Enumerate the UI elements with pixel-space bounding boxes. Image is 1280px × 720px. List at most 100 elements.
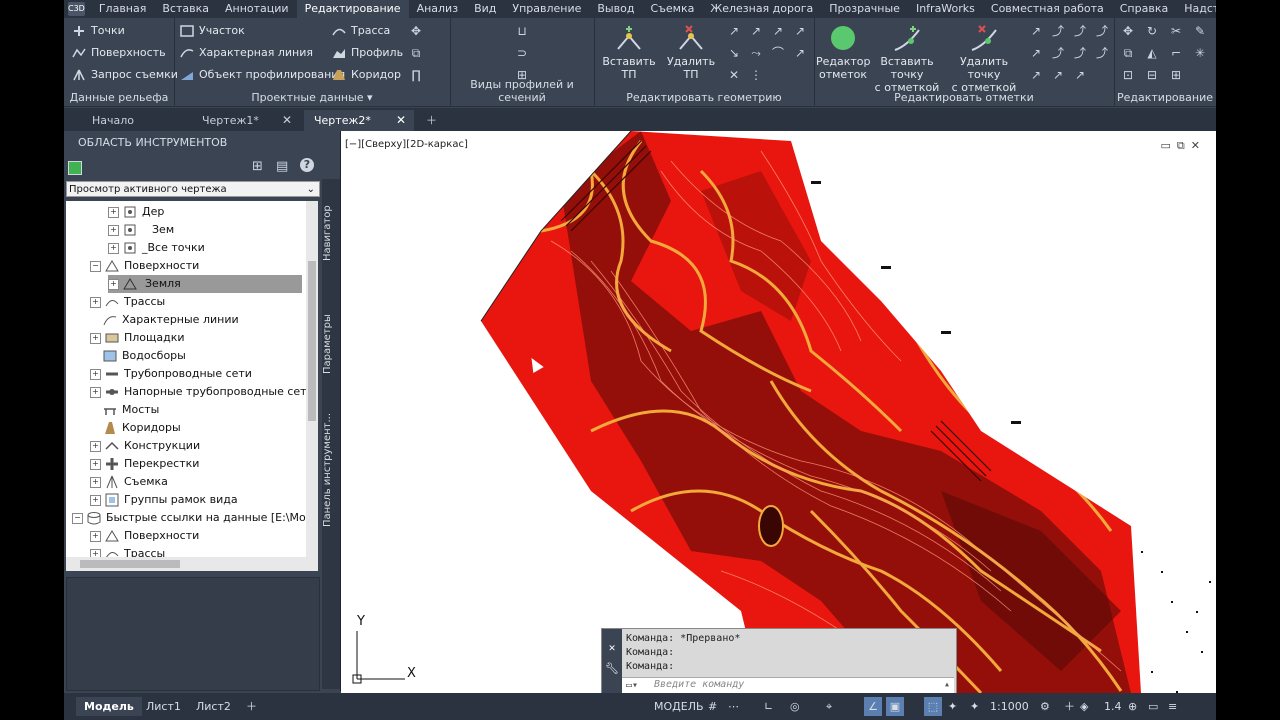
expand-icon[interactable]: + <box>90 476 101 488</box>
layout-tab-sheet2[interactable]: Лист2 <box>188 697 239 716</box>
annotation-monitor-icon[interactable]: ＋ <box>1064 697 1075 716</box>
expand-icon[interactable]: + <box>108 242 119 254</box>
tree-item-view-frame-groups[interactable]: + Группы рамок вида <box>90 491 238 509</box>
tab-output[interactable]: Вывод <box>589 0 642 18</box>
geometry-tool-icon-1[interactable]: ↗ <box>726 24 742 38</box>
close-icon[interactable]: ✕ <box>396 110 406 131</box>
lineweight-icon[interactable]: ∠ <box>864 697 882 716</box>
toolspace-icon-1[interactable]: ⊞ <box>252 159 263 174</box>
profile-button[interactable]: Профиль <box>332 46 403 59</box>
prospector-icon[interactable] <box>68 161 82 175</box>
tree-item-corridors[interactable]: Коридоры <box>103 419 181 437</box>
close-icon[interactable]: ✕ <box>282 110 292 131</box>
tree-item-data-shortcuts[interactable]: − Быстрые ссылки на данные [E:\Мои д... <box>72 509 318 527</box>
side-tab-settings[interactable]: Параметры <box>322 289 340 399</box>
profile-view-icon[interactable]: ⊔ <box>514 24 530 38</box>
points-button[interactable]: Точки <box>72 24 125 37</box>
design-extra-icon-2[interactable]: ⧉ <box>408 46 424 60</box>
tab-insert[interactable]: Вставка <box>154 0 217 18</box>
command-input[interactable]: ▭▾ Введите команду ▴ <box>622 677 954 694</box>
clean-screen-icon[interactable]: ▭ <box>1148 697 1158 716</box>
geometry-tool-icon-3[interactable]: ↗ <box>770 24 786 38</box>
design-extra-icon-3[interactable]: ∏ <box>408 68 424 82</box>
scrollbar-thumb[interactable] <box>80 560 180 568</box>
survey-query-button[interactable]: Запрос съемки <box>72 68 178 81</box>
tree-item-all-points[interactable]: + _Все точки <box>108 239 205 257</box>
scrollbar-thumb[interactable] <box>308 261 316 421</box>
annotation-scale-select[interactable]: 1:1000 <box>990 697 1029 716</box>
geometry-tool-icon-5[interactable]: ↘ <box>726 46 742 60</box>
grading-object-button[interactable]: Объект профилирования <box>180 68 345 81</box>
wrench-icon[interactable]: 🔧︎ <box>602 662 622 675</box>
insert-pi-button[interactable]: Вставить ТП <box>596 24 662 81</box>
layout-tab-sheet1[interactable]: Лист1 <box>138 697 189 716</box>
insert-elevation-point-button[interactable]: Вставить точку с отметкой <box>870 24 944 94</box>
geometry-tool-icon-9[interactable]: ✕ <box>726 68 742 82</box>
elevation-tool-icon-4[interactable]: ⤴ <box>1094 24 1110 38</box>
tab-addins[interactable]: Надстройки <box>1176 0 1216 18</box>
tab-manage[interactable]: Управление <box>504 0 589 18</box>
polar-icon[interactable]: ◎ <box>790 697 800 716</box>
expand-icon[interactable]: + <box>108 278 119 290</box>
fillet-icon[interactable]: ⌐ <box>1168 46 1184 60</box>
tree-item-sites[interactable]: + Площадки <box>90 329 185 347</box>
array-icon[interactable]: ⊞ <box>1168 68 1184 82</box>
expand-icon[interactable]: + <box>90 332 101 344</box>
explode-icon[interactable]: ✳ <box>1192 46 1208 60</box>
selection-cycling-icon[interactable]: ⬚ <box>924 697 942 716</box>
geometry-tool-icon-6[interactable]: ⤳ <box>748 46 764 60</box>
elevation-tool-icon-6[interactable]: ⤴ <box>1050 46 1066 60</box>
delete-pi-button[interactable]: Удалить ТП <box>658 24 724 81</box>
annotation-visibility-icon[interactable]: ✦ <box>948 697 957 716</box>
drawing-viewport[interactable]: Y X [−][Сверху][2D-каркас] ▭⧉✕ <box>341 131 1216 693</box>
geometry-tool-icon-2[interactable]: ↗ <box>748 24 764 38</box>
status-value[interactable]: 1.4 <box>1104 697 1122 716</box>
elevation-tool-icon-2[interactable]: ⤴ <box>1050 24 1066 38</box>
elevation-tool-icon-3[interactable]: ⤴ <box>1072 24 1088 38</box>
tree-item-assemblies[interactable]: + Конструкции <box>90 437 200 455</box>
transparency-icon[interactable]: ▣ <box>886 697 904 716</box>
command-line-window[interactable]: ✕ 🔧︎ Команда: *Прервано* Команда: Команд… <box>601 628 957 696</box>
tree-item-intersections[interactable]: + Перекрестки <box>90 455 199 473</box>
parcel-button[interactable]: Участок <box>180 24 245 37</box>
tab-transparent[interactable]: Прозрачные <box>821 0 908 18</box>
tab-annotate[interactable]: Аннотации <box>217 0 297 18</box>
tree-item-alignments[interactable]: + Трассы <box>90 293 165 311</box>
doc-tab-drawing2[interactable]: Чертеж2* ✕ <box>304 110 414 131</box>
tree-item-survey[interactable]: + Съемка <box>90 473 168 491</box>
tab-infraworks[interactable]: InfraWorks <box>908 0 983 18</box>
elevation-tool-icon-5[interactable]: ↗ <box>1028 46 1044 60</box>
side-tab-navigator[interactable]: Навигатор <box>322 183 340 283</box>
tab-rail[interactable]: Железная дорога <box>702 0 821 18</box>
isolate-objects-icon[interactable]: ◈ <box>1080 697 1088 716</box>
stretch-icon[interactable]: ⊡ <box>1120 68 1136 82</box>
tree-item-zem[interactable]: + Зем <box>108 221 174 239</box>
expand-icon[interactable]: + <box>90 296 101 308</box>
workspace-gear-icon[interactable]: ⚙ <box>1040 697 1050 716</box>
hardware-acceleration-icon[interactable]: ⊕ <box>1128 697 1137 716</box>
model-space-toggle[interactable]: МОДЕЛЬ <box>654 697 704 716</box>
expand-icon[interactable]: + <box>90 368 101 380</box>
delete-elevation-point-button[interactable]: Удалить точку с отметкой <box>946 24 1022 94</box>
corridor-button[interactable]: Коридор <box>332 68 401 81</box>
tab-analyze[interactable]: Анализ <box>409 0 467 18</box>
expand-icon[interactable]: + <box>90 458 101 470</box>
elevation-tool-icon-8[interactable]: ⤴ <box>1094 46 1110 60</box>
tree-item-catchments[interactable]: Водосборы <box>103 347 186 365</box>
viewport-window-controls[interactable]: ▭⧉✕ <box>1161 139 1206 153</box>
panel-design-title[interactable]: Проектные данные ▾ <box>174 91 450 104</box>
geometry-tool-icon-7[interactable]: ⌒ <box>770 46 786 60</box>
view-select-dropdown[interactable]: Просмотр активного чертежа ⌄ <box>66 181 320 197</box>
tree-item-der[interactable]: + Дер <box>108 203 164 221</box>
expand-icon[interactable]: + <box>90 530 101 542</box>
tree-item-feature-lines[interactable]: Характерные линии <box>103 311 239 329</box>
geometry-tool-icon-4[interactable]: ↗ <box>792 24 808 38</box>
elevation-tool-icon-1[interactable]: ↗ <box>1028 24 1044 38</box>
tab-help[interactable]: Справка <box>1112 0 1176 18</box>
erase-icon[interactable]: ✎ <box>1192 24 1208 38</box>
tree-item-surfaces[interactable]: − Поверхности <box>90 257 199 275</box>
ortho-icon[interactable]: ∟ <box>764 697 773 716</box>
elevation-editor-button[interactable]: Редактор отметок <box>816 24 871 81</box>
chevron-up-icon[interactable]: ▴ <box>944 679 950 690</box>
elevation-tool-icon-7[interactable]: ⤴ <box>1072 46 1088 60</box>
